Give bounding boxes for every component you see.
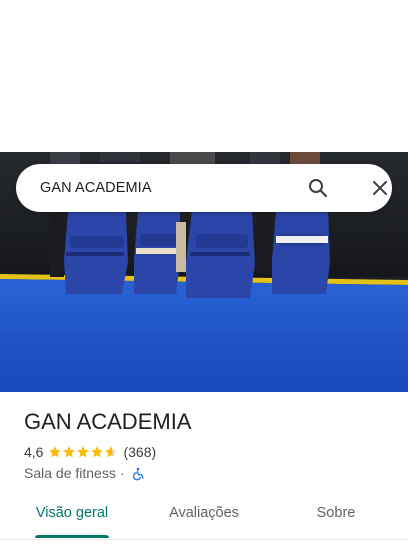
star-icon [91, 446, 104, 458]
rating-stars [48, 445, 118, 459]
star-icon [63, 446, 76, 458]
place-name: GAN ACADEMIA [24, 409, 192, 434]
star-icon [105, 446, 118, 458]
separator-dot: · [119, 465, 125, 481]
search-input[interactable]: GAN ACADEMIA [40, 164, 152, 212]
active-tab-indicator [35, 535, 109, 538]
place-info: GAN ACADEMIA 4,6 (368) Sala de fitness · [24, 408, 394, 483]
close-icon[interactable] [368, 176, 392, 200]
tab-overview[interactable]: Visão geral [24, 490, 120, 538]
rating-value: 4,6 [24, 444, 44, 460]
rating-row[interactable]: 4,6 (368) [24, 442, 394, 462]
wheelchair-icon [131, 466, 145, 481]
tab-reviews[interactable]: Avaliações [154, 490, 254, 538]
star-icon [49, 446, 62, 458]
category-row: Sala de fitness · [24, 463, 394, 483]
search-icon[interactable] [306, 176, 330, 200]
search-bar[interactable]: GAN ACADEMIA [16, 164, 392, 212]
tab-about[interactable]: Sobre [296, 490, 376, 538]
map-area-blank [0, 0, 408, 152]
star-icon [77, 446, 90, 458]
review-count[interactable]: (368) [123, 442, 156, 462]
place-category[interactable]: Sala de fitness [24, 463, 116, 483]
tab-bar: Visão geral Avaliações Sobre [0, 490, 408, 540]
